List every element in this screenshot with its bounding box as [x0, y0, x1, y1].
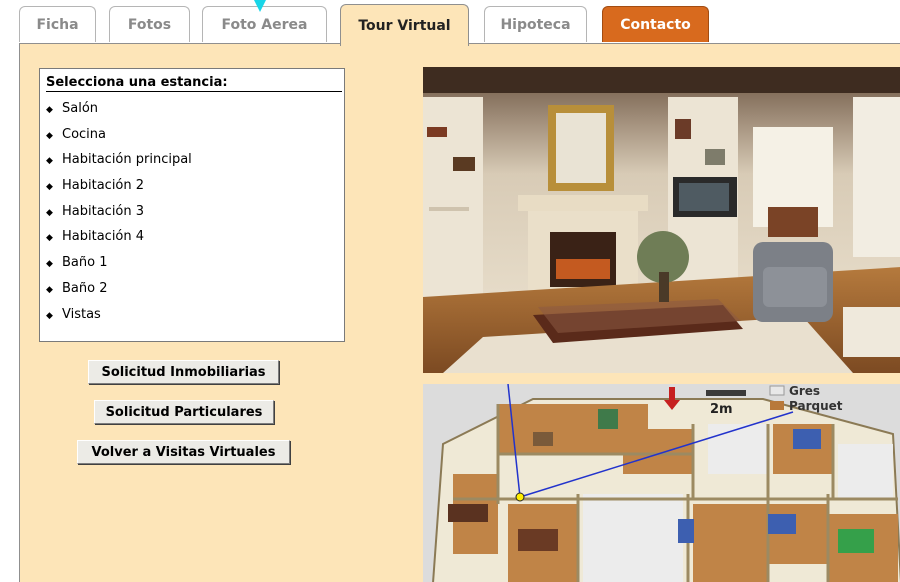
room-label: Vistas: [62, 306, 101, 322]
room-item-cocina[interactable]: ◆ Cocina: [46, 122, 338, 148]
floor-plan-map[interactable]: 2m Gres Parquet: [423, 384, 900, 582]
bullet-icon: ◆: [46, 182, 53, 193]
tab-ficha[interactable]: Ficha: [19, 6, 96, 42]
room-label: Habitación principal: [62, 152, 192, 168]
room-label: Salón: [62, 101, 99, 116]
room-item-habitacion-2[interactable]: ◆ Habitación 2: [46, 173, 338, 199]
bullet-icon: ◆: [46, 310, 53, 321]
tour-virtual-panel: Selecciona una estancia: ◆ Salón ◆ Cocina …: [19, 43, 900, 582]
volver-visitas-virtuales-button[interactable]: Volver a Visitas Virtuales: [77, 440, 290, 464]
bullet-icon: ◆: [46, 233, 53, 244]
solicitud-inmobiliarias-button[interactable]: Solicitud Inmobiliarias: [88, 360, 279, 384]
room-item-bano-1[interactable]: ◆ Baño 1: [46, 250, 338, 276]
room-item-habitacion-principal[interactable]: ◆ Habitación principal: [46, 147, 338, 173]
room-selector: Selecciona una estancia: ◆ Salón ◆ Cocina …: [39, 68, 345, 342]
room-item-habitacion-3[interactable]: ◆ Habitación 3: [46, 199, 338, 225]
room-list: ◆ Salón ◆ Cocina ◆ Habitación principal ◆ Ha…: [46, 96, 338, 327]
bullet-icon: ◆: [46, 130, 53, 141]
solicitud-particulares-button[interactable]: Solicitud Particulares: [94, 400, 274, 424]
tab-tour-virtual[interactable]: Tour Virtual: [340, 4, 469, 46]
bullet-icon: ◆: [46, 156, 53, 167]
scale-label: 2m: [710, 402, 733, 417]
panorama-photo[interactable]: [423, 67, 900, 373]
mouse-cursor-icon: [254, 0, 266, 12]
room-label: Habitación 4: [62, 229, 145, 245]
legend-gres: Gres: [789, 384, 820, 398]
bullet-icon: ◆: [46, 284, 53, 295]
legend-parquet: Parquet: [789, 399, 843, 413]
tab-hipoteca[interactable]: Hipoteca: [484, 6, 587, 42]
room-selector-heading: Selecciona una estancia:: [46, 75, 342, 92]
room-item-habitacion-4[interactable]: ◆ Habitación 4: [46, 224, 338, 250]
tab-contacto[interactable]: Contacto: [602, 6, 709, 42]
bullet-icon: ◆: [46, 259, 53, 270]
room-label: Baño 1: [62, 255, 108, 271]
tab-bar: Ficha Fotos Foto Aerea Tour Virtual Hipo…: [0, 0, 900, 46]
bullet-icon: ◆: [46, 105, 53, 115]
room-item-salon[interactable]: ◆ Salón: [46, 96, 338, 122]
room-label: Baño 2: [62, 280, 108, 296]
tab-fotos[interactable]: Fotos: [109, 6, 190, 42]
bullet-icon: ◆: [46, 207, 53, 218]
room-label: Habitación 3: [62, 203, 145, 219]
room-item-vistas[interactable]: ◆ Vistas: [46, 302, 338, 328]
room-label: Cocina: [62, 126, 106, 142]
room-item-bano-2[interactable]: ◆ Baño 2: [46, 276, 338, 302]
living-room-image: [423, 67, 900, 373]
floor-plan-image: 2m Gres Parquet: [423, 384, 900, 582]
room-label: Habitación 2: [62, 178, 145, 194]
